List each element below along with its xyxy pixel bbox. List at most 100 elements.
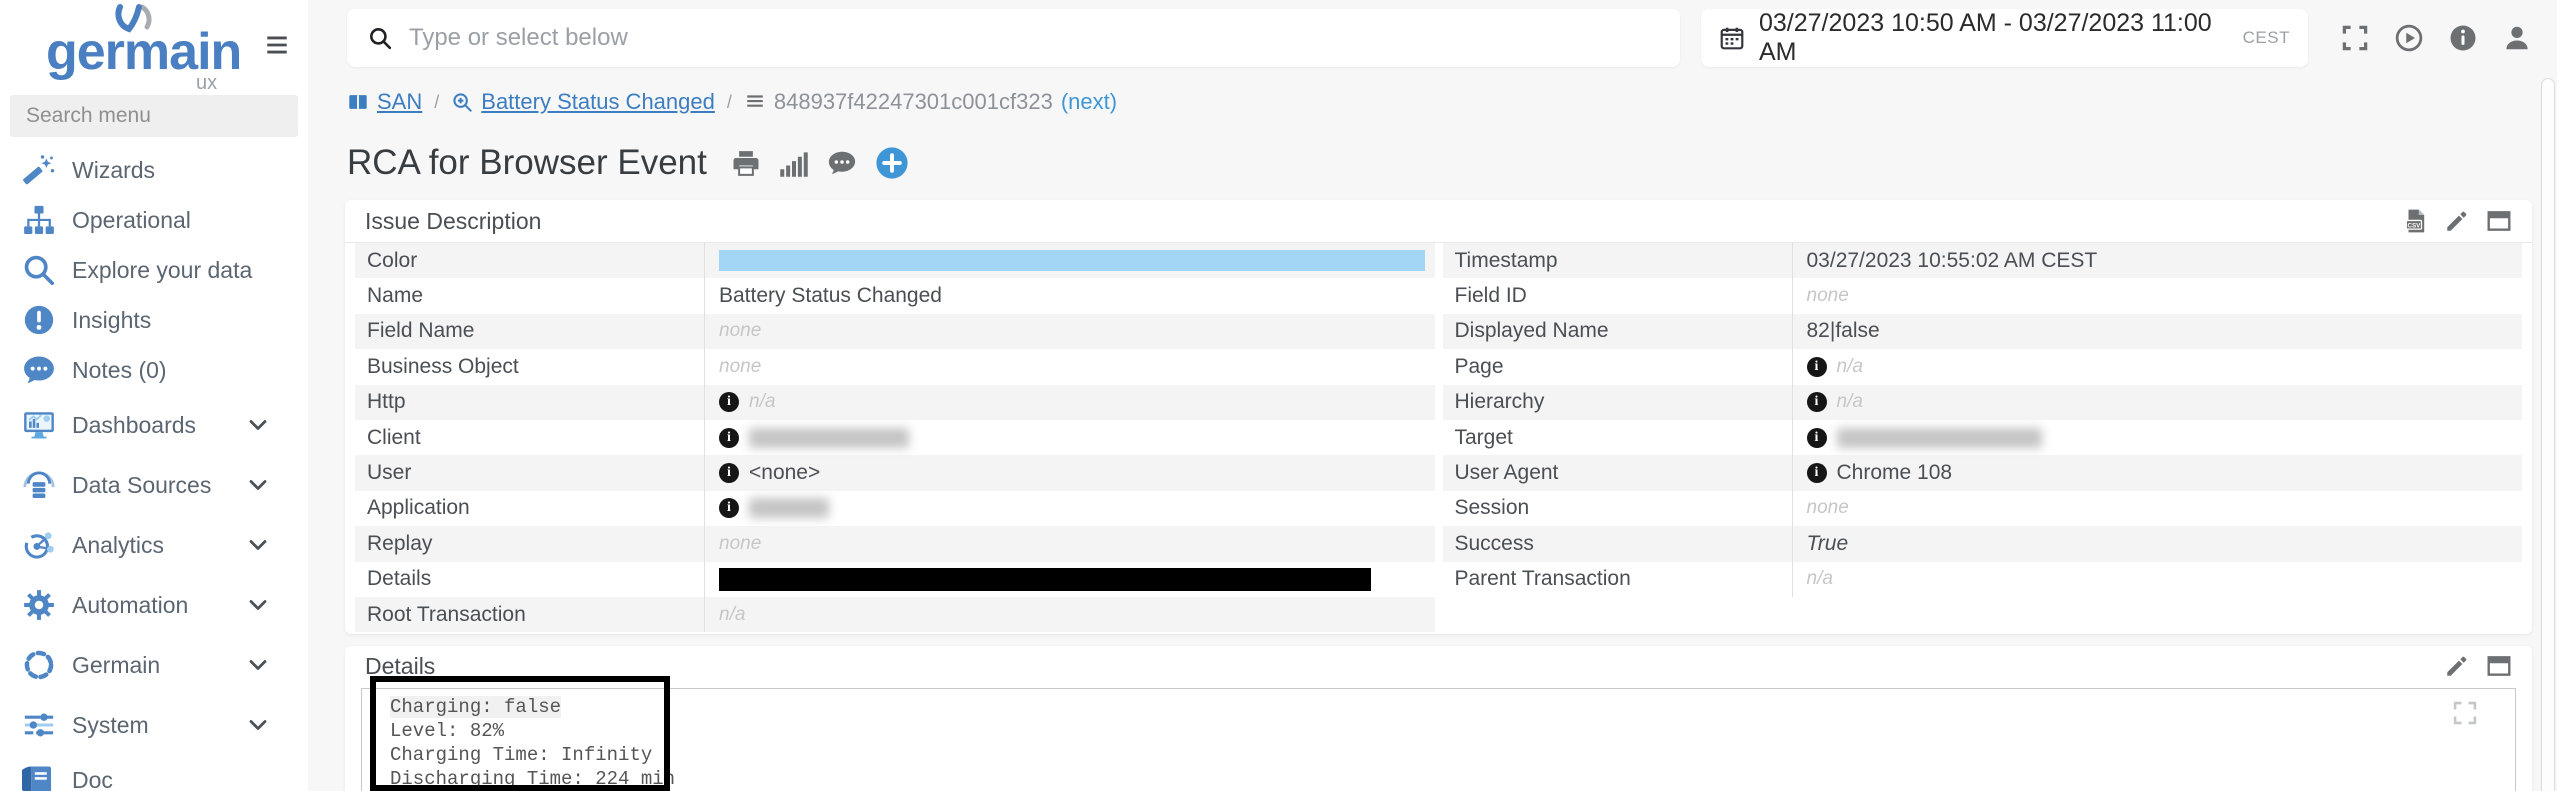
code-line: Charging Time: Infinity — [390, 744, 653, 766]
edit-icon[interactable] — [2444, 208, 2470, 234]
field-label: Target — [1443, 419, 1793, 456]
field-label: Field Name — [355, 313, 705, 350]
row-client: Client i — [355, 419, 1435, 456]
left-field-table: Color Name Battery Status Changed Field … — [355, 243, 1435, 633]
vertical-scrollbar — [2541, 78, 2556, 791]
fullscreen-icon[interactable] — [2340, 23, 2370, 53]
muted-value: none — [719, 532, 762, 554]
field-label: Client — [355, 419, 705, 456]
date-range-picker[interactable]: 03/27/2023 10:50 AM - 03/27/2023 11:00 A… — [1701, 9, 2308, 67]
edit-icon[interactable] — [2444, 653, 2470, 679]
sidebar-item-system[interactable]: System — [0, 695, 308, 755]
info-circle-icon[interactable]: i — [1806, 427, 1827, 448]
breadcrumb-separator: / — [726, 91, 732, 112]
value-text: <none> — [749, 461, 821, 485]
expand-icon[interactable] — [2451, 699, 2479, 727]
csv-export-icon[interactable]: CSV — [2402, 208, 2428, 234]
user-icon[interactable] — [2502, 23, 2532, 53]
sidebar-item-analytics[interactable]: Analytics — [0, 515, 308, 575]
field-label: Success — [1443, 526, 1793, 562]
details-title: Details — [365, 652, 436, 679]
info-circle-icon[interactable]: i — [1806, 463, 1827, 484]
sidebar-item-notes-0[interactable]: Notes (0) — [0, 345, 308, 395]
details-panel: Details Charging: false Level: 82% Chargin… — [345, 646, 2532, 791]
menu-toggle-icon[interactable] — [262, 32, 292, 58]
row-timestamp: Timestamp 03/27/2023 10:55:02 AM CEST — [1442, 243, 2522, 279]
field-value: i n/a — [1793, 385, 2523, 420]
sidebar-item-wizards[interactable]: Wizards — [0, 145, 308, 195]
add-icon[interactable] — [875, 146, 909, 180]
chart-bars-icon[interactable] — [779, 148, 809, 178]
breadcrumb-label[interactable]: SAN — [377, 89, 422, 115]
print-icon[interactable] — [731, 148, 761, 178]
breadcrumb-item-san[interactable]: SAN — [347, 89, 422, 115]
sidebar-item-automation[interactable]: Automation — [0, 575, 308, 635]
field-label: Application — [355, 490, 705, 527]
value-text: 03/27/2023 10:55:02 AM CEST — [1806, 248, 2098, 272]
row-session: Session none — [1443, 490, 2523, 527]
code-line: Discharging Time: 224 min — [390, 768, 676, 790]
sidebar-item-data-sources[interactable]: Data Sources — [0, 455, 308, 515]
row-name: Name Battery Status Changed — [355, 278, 1435, 314]
row-business-object: Business Object none — [355, 349, 1435, 385]
muted-value: n/a — [1836, 391, 1863, 413]
info-circle-icon[interactable]: i — [1806, 356, 1827, 377]
app-root: germain ux Wizards Operational Explore you… — [0, 0, 2557, 791]
info-circle-icon[interactable]: i — [719, 392, 739, 413]
sidebar-item-label: Wizards — [72, 156, 156, 183]
main-content: 03/27/2023 10:50 AM - 03/27/2023 11:00 A… — [308, 0, 2557, 791]
system-icon — [22, 708, 56, 742]
muted-value: n/a — [1806, 568, 1833, 590]
info-circle-icon[interactable]: i — [719, 427, 739, 448]
sidebar-item-doc[interactable]: Doc — [0, 755, 308, 791]
global-search-input[interactable] — [407, 23, 1660, 53]
field-label: Name — [355, 278, 705, 314]
info-circle-icon[interactable]: i — [719, 498, 739, 519]
muted-value: n/a — [749, 391, 776, 413]
field-label: Displayed Name — [1443, 313, 1793, 350]
row-page: Page i n/a — [1443, 349, 2523, 385]
doc-icon — [22, 763, 56, 791]
sidebar-item-insights[interactable]: Insights — [0, 295, 308, 345]
value-text: 82|false — [1806, 319, 1880, 343]
breadcrumb-next-link[interactable]: (next) — [1061, 89, 1117, 115]
search-icon — [22, 253, 56, 287]
window-icon[interactable] — [2486, 653, 2512, 679]
sidebar-search-input[interactable] — [10, 95, 298, 137]
zoom-in-icon — [451, 91, 473, 113]
muted-value: none — [719, 320, 762, 342]
sidebar-item-germain[interactable]: Germain — [0, 635, 308, 695]
details-code-lines: Charging: false Level: 82% Charging Time: … — [362, 689, 2515, 791]
chevron-down-icon — [246, 473, 270, 497]
issue-description-title: Issue Description — [365, 207, 542, 234]
comment-icon[interactable] — [827, 148, 857, 178]
breadcrumb-item-battery-status-changed[interactable]: Battery Status Changed — [451, 89, 715, 115]
field-value: i — [705, 491, 1435, 526]
issue-description-tables: Color Name Battery Status Changed Field … — [345, 243, 2532, 633]
field-label: Field ID — [1443, 278, 1793, 314]
title-row: RCA for Browser Event — [347, 142, 2557, 184]
redacted-blurred-value — [749, 427, 909, 448]
field-label: Session — [1443, 490, 1793, 527]
window-icon[interactable] — [2486, 208, 2512, 234]
field-value: i Chrome 108 — [1793, 455, 2523, 490]
field-value: i — [1793, 420, 2523, 455]
row-field-name: Field Name none — [355, 313, 1435, 350]
field-value: True — [1793, 526, 2523, 561]
row-parent-transaction: Parent Transaction n/a — [1443, 561, 2523, 597]
sidebar-item-dashboards[interactable]: Dashboards — [0, 395, 308, 455]
scrollbar-thumb[interactable] — [2541, 78, 2555, 791]
info-icon[interactable] — [2448, 23, 2478, 53]
sidebar-item-explore-your-data[interactable]: Explore your data — [0, 245, 308, 295]
field-value: none — [705, 526, 1435, 561]
breadcrumb: SAN / Battery Status Changed / 848937f422473… — [347, 88, 2557, 116]
sidebar-item-label: System — [72, 711, 149, 738]
info-circle-icon[interactable]: i — [1806, 392, 1827, 413]
info-circle-icon[interactable]: i — [719, 463, 739, 484]
play-icon[interactable] — [2394, 23, 2424, 53]
chevron-down-icon — [246, 713, 270, 737]
breadcrumb-label[interactable]: Battery Status Changed — [481, 89, 715, 115]
sidebar-item-operational[interactable]: Operational — [0, 195, 308, 245]
sidebar-item-label: Insights — [72, 306, 152, 333]
field-label: User — [355, 455, 705, 491]
